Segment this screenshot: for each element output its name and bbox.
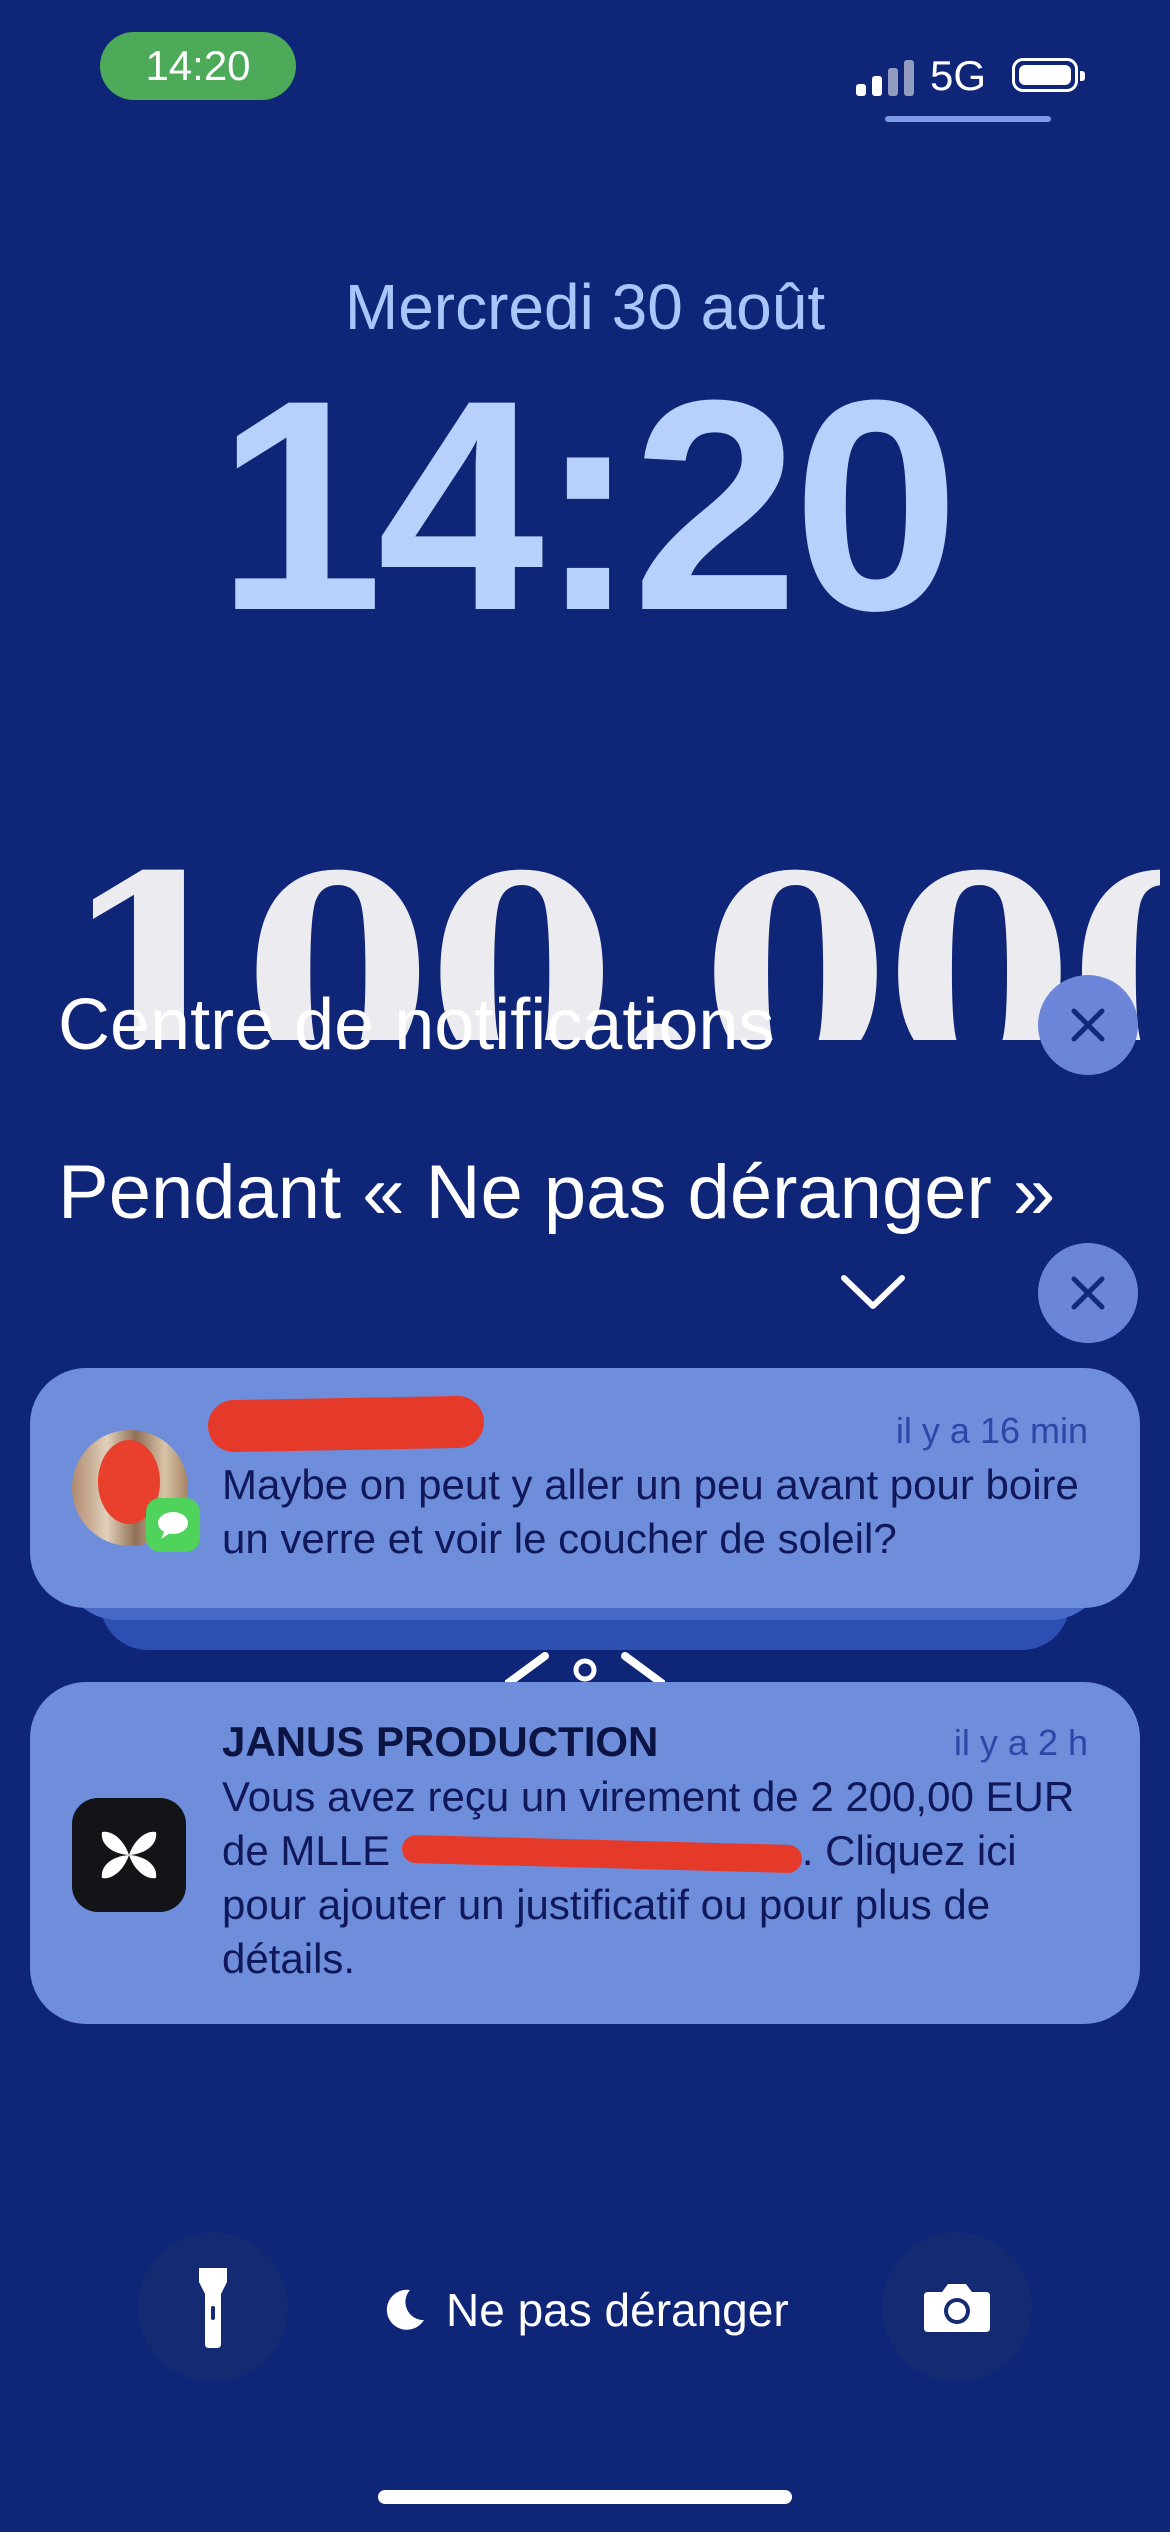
wallpaper-crest (505, 1652, 665, 1686)
dnd-label: Ne pas déranger (446, 2284, 789, 2336)
dnd-status[interactable]: Ne pas déranger (380, 2280, 789, 2340)
redacted-sender-name (207, 1395, 485, 1453)
chevron-down-icon[interactable] (838, 1272, 908, 1312)
notification-title: JANUS PRODUCTION (222, 1718, 659, 1765)
moon-icon (386, 2289, 424, 2330)
signal-bars-icon (856, 58, 916, 96)
close-icon (1071, 1276, 1105, 1310)
camera-button[interactable] (882, 2232, 1032, 2382)
network-type: 5G (930, 52, 987, 99)
notification-center-title: Centre de notifications (58, 985, 775, 1065)
lock-clock: 14:20 (216, 337, 959, 673)
notification-body: Vous avez reçu un virement de 2 200,00 E… (222, 1770, 1102, 1986)
status-time-pill[interactable]: 14:20 (100, 32, 296, 100)
redacted-name (401, 1834, 803, 1874)
home-indicator[interactable] (378, 2490, 792, 2504)
notification-time: il y a 16 min (895, 1410, 1088, 1451)
flashlight-icon (199, 2268, 227, 2348)
dnd-section-title: Pendant « Ne pas déranger » (58, 1150, 1056, 1235)
messages-app-icon (146, 1498, 200, 1552)
notification-body: Maybe on peut y aller un peu avant pour … (222, 1461, 1079, 1562)
status-indicator-line (885, 116, 1051, 122)
battery-icon (1012, 58, 1085, 92)
camera-icon (924, 2284, 990, 2332)
close-icon (1071, 1008, 1105, 1042)
janus-app-icon (72, 1798, 186, 1912)
notification-time: il y a 2 h (953, 1722, 1088, 1763)
lock-date: Mercredi 30 août (344, 271, 826, 343)
flashlight-button[interactable] (138, 2232, 288, 2382)
clear-notifications-button[interactable] (1038, 975, 1138, 1075)
clear-dnd-notifications-button[interactable] (1038, 1243, 1138, 1343)
